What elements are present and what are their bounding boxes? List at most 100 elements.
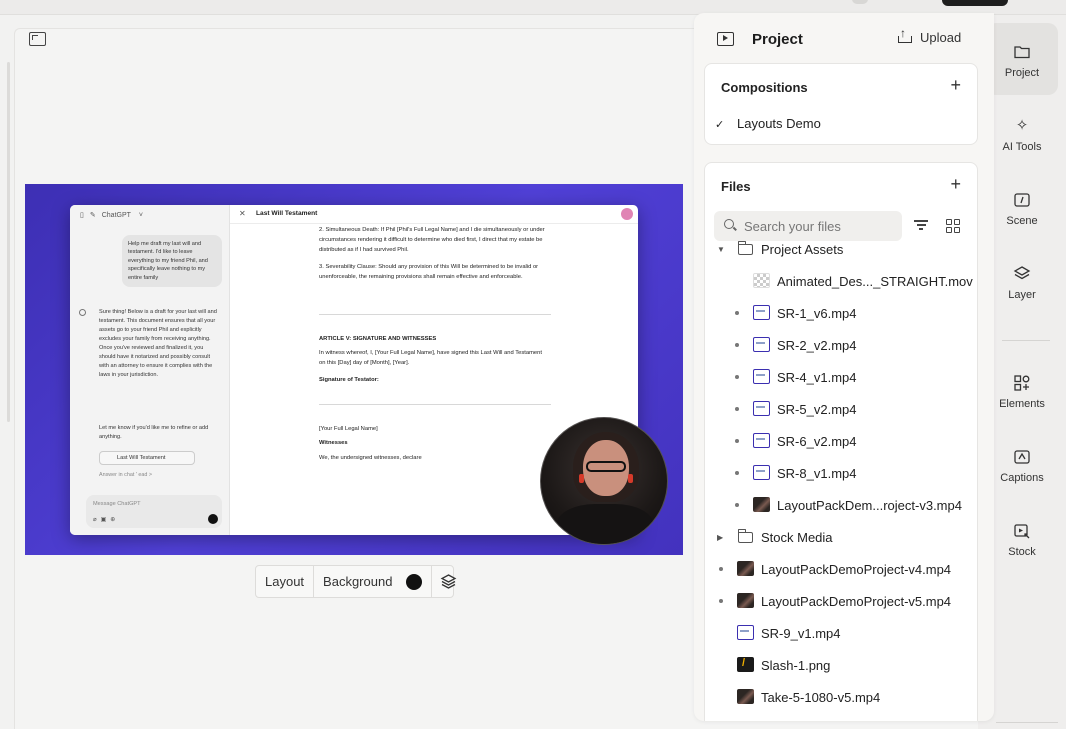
stop-icon (208, 514, 218, 524)
file-name: LayoutPackDemoProject-v4.mp4 (761, 561, 952, 577)
background-button[interactable]: Background (314, 566, 433, 597)
bullet-dot (735, 407, 739, 411)
grid-view-icon[interactable] (946, 219, 960, 233)
file-row[interactable]: SR-4_v1.mp4 (705, 361, 979, 393)
file-name: SR-2_v2.mp4 (777, 337, 857, 353)
file-row[interactable]: SR-5_v2.mp4 (705, 393, 979, 425)
top-toolbar-dot[interactable] (852, 0, 868, 4)
video-thumbnail (753, 401, 770, 416)
video-preview[interactable]: ▯ ✎ ChatGPT ˅ Help me draft my last will a… (25, 184, 683, 555)
rail-label-captions: Captions (1000, 472, 1044, 484)
fit-to-screen-icon[interactable] (29, 32, 46, 46)
rail-item-layer[interactable]: Layer (986, 245, 1058, 317)
filter-icon[interactable] (914, 220, 928, 232)
divider (319, 314, 551, 315)
add-file-button[interactable]: + (950, 175, 961, 193)
rail-item-stock[interactable]: Stock (986, 502, 1058, 574)
document-header: ✕ Last Will Testament (230, 205, 638, 224)
divider (319, 404, 551, 405)
video-thumbnail (753, 273, 770, 288)
composition-label: Layouts Demo (737, 116, 821, 131)
file-row[interactable]: SR-8_v1.mp4 (705, 457, 979, 489)
layers-icon (441, 574, 457, 589)
video-thumbnail (753, 305, 770, 320)
rail-label-scene: Scene (1006, 215, 1038, 227)
chat-header: ▯ ✎ ChatGPT ˅ (80, 212, 143, 219)
file-row[interactable]: SR-2_v2.mp4 (705, 329, 979, 361)
compositions-card: Compositions + ✓ Layouts Demo (704, 63, 978, 145)
video-thumbnail (737, 593, 754, 608)
background-button-label: Background (323, 574, 393, 589)
chat-sidebar: ▯ ✎ ChatGPT ˅ Help me draft my last will a… (70, 205, 230, 535)
file-name: Slash-1.png (761, 657, 831, 673)
search-icon (724, 219, 734, 229)
file-row[interactable]: LayoutPackDemoProject-v5.mp4 (705, 585, 979, 617)
canvas-scrollbar[interactable] (7, 62, 10, 422)
file-name: SR-6_v2.mp4 (777, 433, 857, 449)
chevron-down-icon[interactable]: ▼ (717, 245, 725, 254)
rail-label-ai-tools: AI Tools (1002, 141, 1042, 153)
files-title: Files (721, 179, 751, 194)
folder-row[interactable]: ▼ Project Assets (705, 233, 979, 265)
rail-item-project[interactable]: Project (986, 23, 1058, 95)
file-name: Stock Media (761, 529, 833, 545)
top-action-button[interactable] (942, 0, 1008, 6)
file-row[interactable]: SR-6_v2.mp4 (705, 425, 979, 457)
sidebar-toggle-icon: ▯ (80, 212, 84, 219)
rail-divider (996, 722, 1058, 723)
files-card: Files + ▼ Project Assets Animated_Des...… (704, 162, 978, 721)
file-row[interactable]: LayoutPackDemoProject-v4.mp4 (705, 553, 979, 585)
earring (628, 474, 633, 483)
video-thumbnail (753, 433, 770, 448)
assistant-message: Sure thing! Below is a draft for your la… (99, 309, 217, 379)
file-row[interactable]: Animated_Des..._STRAIGHT.mov (705, 265, 979, 297)
composition-item[interactable]: ✓ Layouts Demo (715, 116, 821, 131)
rail-item-ai-tools[interactable]: ✧ AI Tools (986, 97, 1058, 169)
rail-item-captions[interactable]: Captions (986, 428, 1058, 500)
folder-icon (738, 529, 753, 543)
layout-button[interactable]: Layout (256, 566, 315, 597)
bullet-dot (735, 471, 739, 475)
clause-3-text: Severability Clause: Should any provisio… (319, 264, 539, 280)
presenter-body (557, 504, 653, 544)
upload-button[interactable]: Upload (898, 26, 961, 45)
file-row[interactable]: Slash-1.png (705, 649, 979, 681)
bullet-dot (735, 375, 739, 379)
bullet-dot (735, 343, 739, 347)
rail-divider (1002, 340, 1050, 341)
bullet-dot (719, 599, 723, 603)
message-box: Message ChatGPT ⌀▣⊕ (86, 495, 222, 528)
stock-icon (1014, 524, 1030, 539)
file-row[interactable]: SR-9_v1.mp4 (705, 617, 979, 649)
upload-icon (898, 26, 912, 43)
image-thumbnail (737, 657, 754, 672)
signature-label: Signature of Testator: (319, 377, 379, 383)
file-name: SR-9_v1.mp4 (761, 625, 841, 641)
video-thumbnail (753, 369, 770, 384)
bullet-dot (719, 567, 723, 571)
file-row[interactable]: Take-5-1080-v5.mp4 (705, 681, 979, 713)
file-name: Animated_Des..._STRAIGHT.mov (777, 273, 973, 289)
layers-button[interactable] (432, 566, 465, 597)
bullet-dot (735, 311, 739, 315)
file-name: Project Assets (761, 241, 844, 257)
new-chat-icon: ✎ (89, 212, 96, 219)
file-row[interactable]: SR-1_v6.mp4 (705, 297, 979, 329)
witness-text: We, the undersigned witnesses, declare (319, 455, 422, 461)
webcam-bubble (540, 417, 668, 545)
bullet-dot (735, 439, 739, 443)
clause-2: 2. Simultaneous Death: If Phil [Phil's F… (319, 226, 555, 256)
chat-app-name: ChatGPT (101, 212, 131, 219)
article-text: In witness whereof, I, [Your Full Legal … (319, 350, 542, 366)
document-chip: Last Will Testament (99, 451, 195, 465)
folder-icon (738, 241, 753, 255)
rail-item-elements[interactable]: Elements (986, 354, 1058, 426)
file-row[interactable]: LayoutPackDem...roject-v3.mp4 (705, 489, 979, 521)
earring (579, 474, 584, 483)
chevron-right-icon[interactable]: ▶ (717, 533, 723, 542)
add-composition-button[interactable]: + (950, 76, 961, 94)
rail-label-project: Project (1004, 67, 1040, 79)
rail-item-scene[interactable]: Scene (986, 171, 1058, 243)
folder-row[interactable]: ▶ Stock Media (705, 521, 979, 553)
elements-icon (1014, 375, 1030, 391)
